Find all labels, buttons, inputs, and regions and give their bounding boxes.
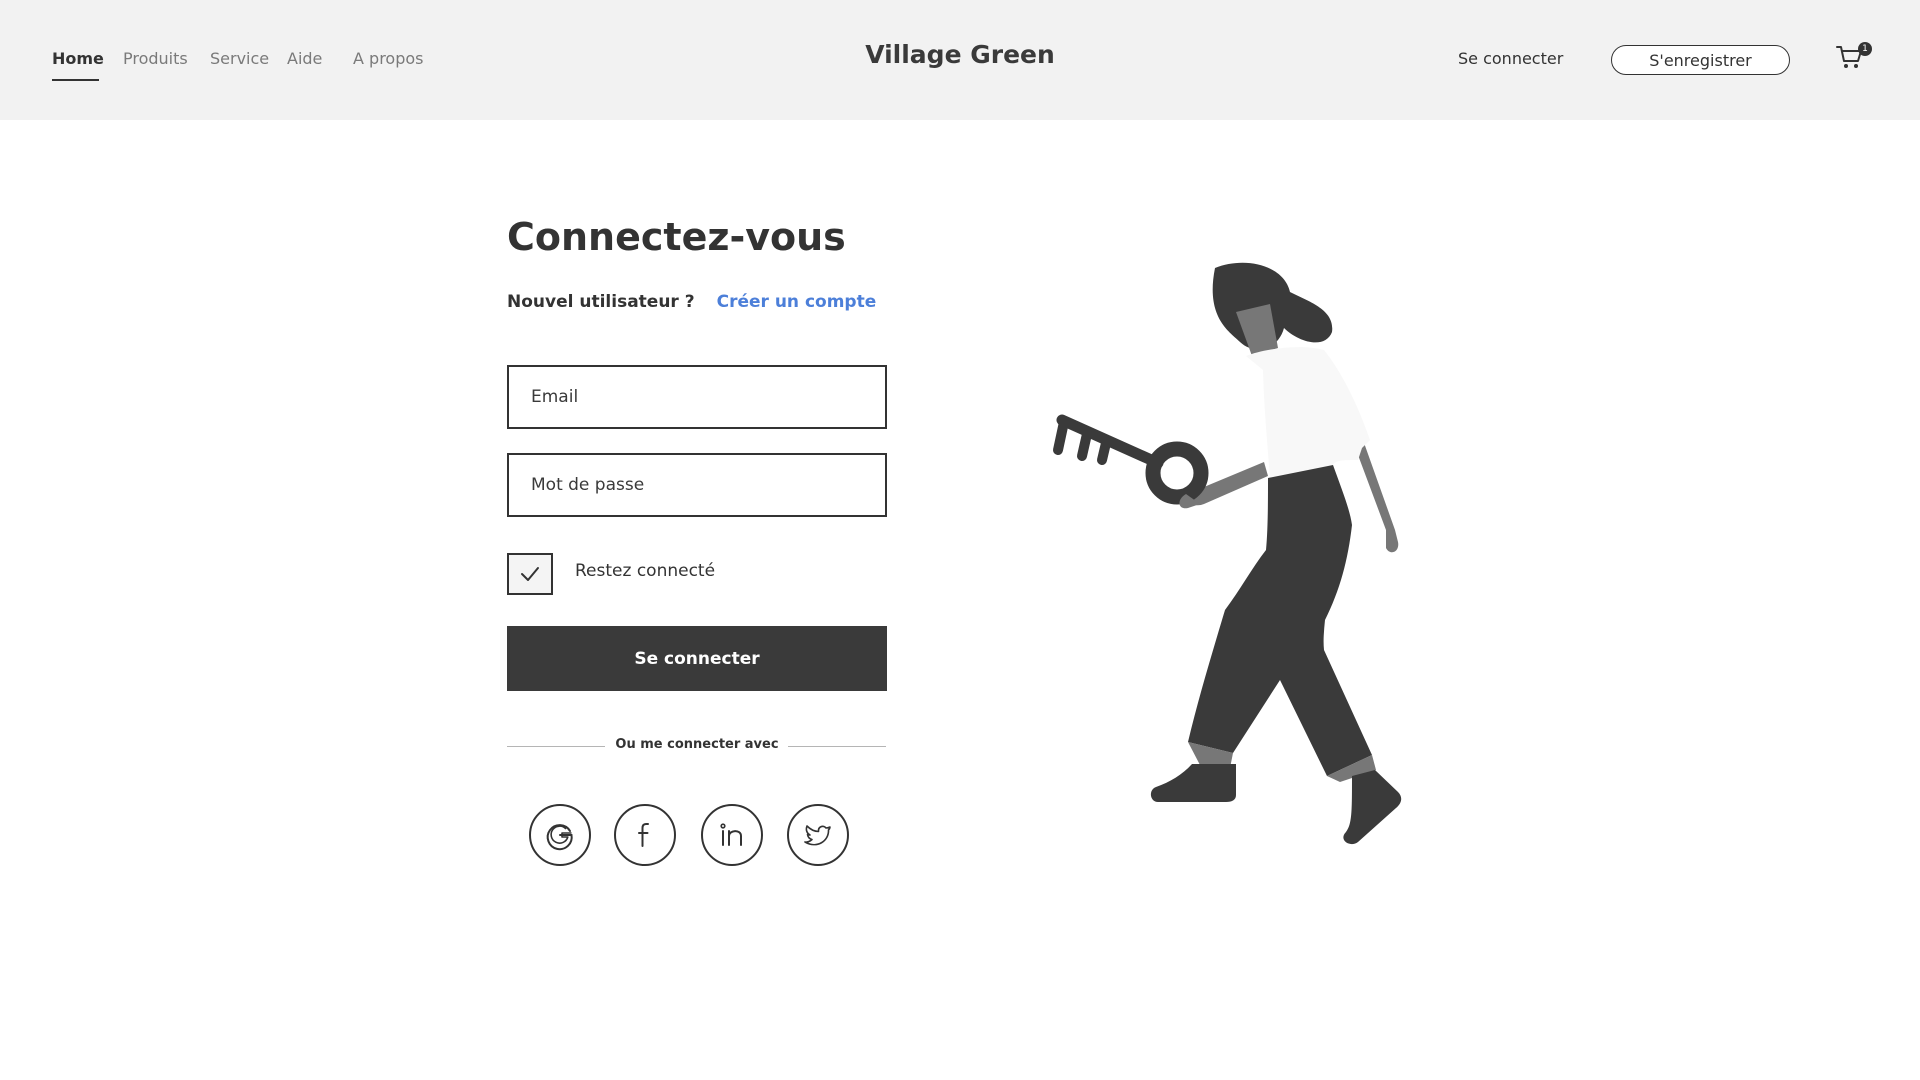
remember-label: Restez connecté [575,561,716,581]
header-login-link[interactable]: Se connecter [1458,49,1563,68]
illustration-shirt [1246,347,1370,478]
google-icon [546,824,573,851]
new-user-question: Nouvel utilisateur ? [507,292,695,312]
remember-checkbox[interactable] [507,553,553,595]
nav-active-indicator [52,79,99,81]
illustration-back-arm [1358,440,1399,553]
page-title: Connectez-vous [507,215,846,259]
google-login-button[interactable] [529,804,591,866]
twitter-login-button[interactable] [787,804,849,866]
illustration-back-shoe [1150,764,1236,802]
cart-button[interactable]: 1 [1836,42,1872,76]
facebook-icon [638,823,649,847]
email-field[interactable] [507,365,887,429]
password-field[interactable] [507,453,887,517]
cart-count-badge: 1 [1858,42,1872,56]
site-header: Home Produits Service Aide A propos Vill… [0,0,1920,120]
social-divider-text: Ou me connecter avec [615,737,779,752]
facebook-login-button[interactable] [614,804,676,866]
create-account-link[interactable]: Créer un compte [717,292,877,312]
checkmark-icon [521,567,539,581]
register-button[interactable]: S'enregistrer [1611,45,1790,75]
woman-with-key-illustration [1053,262,1402,845]
linkedin-login-button[interactable] [701,804,763,866]
twitter-icon [804,825,831,846]
login-submit-button[interactable]: Se connecter [507,626,887,691]
new-user-line: Nouvel utilisateur ? Créer un compte [507,292,876,312]
illustration-front-shoe [1343,770,1402,845]
illustration-pants [1188,465,1372,776]
linkedin-icon [720,823,742,846]
key-icon [1053,414,1209,505]
